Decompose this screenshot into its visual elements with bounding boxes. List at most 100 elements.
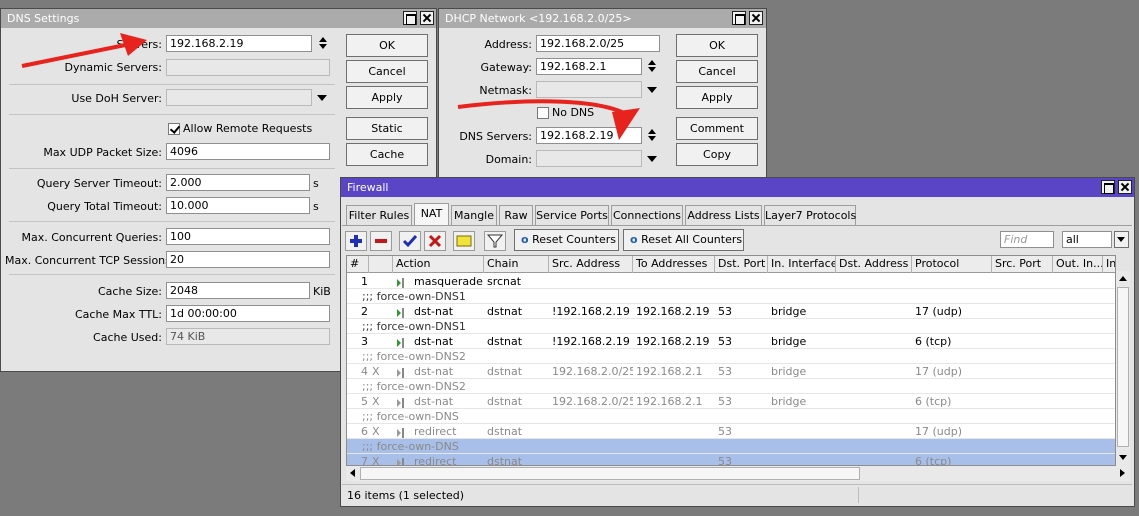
tab-raw[interactable]: Raw bbox=[499, 205, 533, 225]
col-protocol[interactable]: Protocol bbox=[912, 256, 992, 273]
dhcp-cancel-button[interactable]: Cancel bbox=[676, 60, 758, 83]
domain-select[interactable] bbox=[536, 150, 642, 167]
scroll-thumb[interactable] bbox=[360, 467, 860, 480]
reset-all-counters-button[interactable]: o Reset All Counters bbox=[623, 229, 744, 251]
gateway-field[interactable]: 192.168.2.1 bbox=[536, 58, 642, 75]
scroll-thumb[interactable] bbox=[1117, 287, 1129, 447]
chevron-down-icon[interactable] bbox=[647, 87, 657, 93]
col-src-port[interactable]: Src. Port bbox=[992, 256, 1053, 273]
tab-service-ports[interactable]: Service Ports bbox=[535, 205, 609, 225]
find-input[interactable]: Find bbox=[1000, 231, 1054, 248]
doh-server-select[interactable] bbox=[166, 89, 312, 106]
spin-down-icon[interactable] bbox=[648, 67, 656, 72]
dns-cache-button[interactable]: Cache bbox=[346, 143, 428, 166]
comment-row[interactable]: ;;; force-own-DNS bbox=[347, 439, 1115, 454]
table-row[interactable]: 6 Xredirect dstnat 53 17 (udp) bbox=[347, 424, 1115, 439]
tab-address-lists[interactable]: Address Lists bbox=[685, 205, 762, 225]
scroll-right-icon[interactable] bbox=[1120, 469, 1125, 477]
scroll-up-icon[interactable] bbox=[1119, 276, 1127, 281]
close-icon[interactable] bbox=[420, 11, 434, 25]
dns-static-button[interactable]: Static bbox=[346, 117, 428, 140]
scroll-left-icon[interactable] bbox=[350, 469, 355, 477]
col-dst-address[interactable]: Dst. Address bbox=[836, 256, 912, 273]
table-row[interactable]: 2 dst-nat dstnat !192.168.2.19 192.168.2.19 5… bbox=[347, 304, 1115, 319]
dhcp-dns-servers-field[interactable]: 192.168.2.19 bbox=[536, 127, 642, 144]
table-row[interactable]: 4 Xdst-nat dstnat 192.168.2.0/25 192.168.2.1… bbox=[347, 364, 1115, 379]
vertical-scrollbar[interactable] bbox=[1116, 271, 1130, 466]
horizontal-scrollbar[interactable] bbox=[346, 466, 1130, 481]
tab-mangle[interactable]: Mangle bbox=[451, 205, 497, 225]
no-dns-checkbox[interactable] bbox=[537, 107, 549, 119]
comment-row[interactable]: ;;; force-own-DNS2 bbox=[347, 379, 1115, 394]
col-flag[interactable] bbox=[369, 256, 393, 273]
close-icon[interactable] bbox=[1118, 180, 1132, 194]
table-row[interactable]: 5 Xdst-nat dstnat 192.168.2.0/25 192.168.2.1… bbox=[347, 394, 1115, 409]
table-row[interactable]: 3 dst-nat dstnat !192.168.2.19 192.168.2.19 5… bbox=[347, 334, 1115, 349]
col-out-interface[interactable]: Out. In... bbox=[1053, 256, 1103, 273]
chevron-down-icon[interactable] bbox=[647, 156, 657, 162]
dns-servers-field[interactable]: 192.168.2.19 bbox=[166, 35, 312, 52]
max-concurrent-tcp-field[interactable]: 20 bbox=[166, 251, 330, 268]
disable-x-icon[interactable] bbox=[424, 231, 446, 251]
table-row[interactable]: 7 Xredirect dstnat 53 6 (tcp) bbox=[347, 454, 1115, 465]
query-total-timeout-field[interactable]: 10.000 bbox=[166, 197, 310, 214]
spin-up-icon[interactable] bbox=[319, 37, 327, 42]
enable-check-icon[interactable] bbox=[399, 231, 421, 251]
tab-connections[interactable]: Connections bbox=[611, 205, 683, 225]
filter-dropdown-button[interactable] bbox=[1114, 231, 1129, 248]
allow-remote-checkbox[interactable] bbox=[168, 123, 180, 135]
comment-row[interactable]: ;;; force-own-DNS bbox=[347, 409, 1115, 424]
dns-title-bar[interactable]: DNS Settings bbox=[1, 9, 436, 28]
comment-note-icon[interactable] bbox=[453, 231, 475, 251]
dhcp-title-bar[interactable]: DHCP Network <192.168.2.0/25> bbox=[439, 9, 766, 28]
comment-row[interactable]: ;;; force-own-DNS1 bbox=[347, 319, 1115, 334]
comment-row[interactable]: ;;; force-own-DNS2 bbox=[347, 349, 1115, 364]
tab-layer7-protocols[interactable]: Layer7 Protocols bbox=[764, 205, 856, 225]
col-num[interactable]: # bbox=[347, 256, 369, 273]
tab-filter-rules[interactable]: Filter Rules bbox=[346, 205, 412, 225]
reset-counters-button[interactable]: o Reset Counters bbox=[514, 229, 619, 251]
table-row[interactable]: 1 masquerade srcnat bbox=[347, 274, 1115, 289]
col-src-address[interactable]: Src. Address bbox=[549, 256, 633, 273]
col-in-interface[interactable]: In. Interface bbox=[768, 256, 836, 273]
netmask-select[interactable] bbox=[536, 81, 642, 98]
close-icon[interactable] bbox=[749, 11, 763, 25]
add-icon[interactable] bbox=[345, 231, 367, 251]
spin-down-icon[interactable] bbox=[648, 136, 656, 141]
dhcp-comment-button[interactable]: Comment bbox=[676, 117, 758, 140]
maximize-icon[interactable] bbox=[1101, 180, 1115, 194]
dhcp-ok-button[interactable]: OK bbox=[676, 34, 758, 57]
scroll-down-icon[interactable] bbox=[1119, 455, 1127, 460]
dns-ok-button[interactable]: OK bbox=[346, 34, 428, 57]
address-field[interactable]: 192.168.2.0/25 bbox=[536, 35, 660, 52]
maximize-icon[interactable] bbox=[732, 11, 746, 25]
firewall-title-bar[interactable]: Firewall bbox=[341, 178, 1134, 197]
dhcp-copy-button[interactable]: Copy bbox=[676, 143, 758, 166]
col-in[interactable]: In bbox=[1103, 256, 1115, 273]
spin-down-icon[interactable] bbox=[319, 44, 327, 49]
comment-row[interactable]: ;;; force-own-DNS1 bbox=[347, 289, 1115, 304]
cache-max-ttl-field[interactable]: 1d 00:00:00 bbox=[166, 305, 330, 322]
cache-size-field[interactable]: 2048 bbox=[166, 282, 310, 299]
col-chain[interactable]: Chain bbox=[484, 256, 549, 273]
cache-size-unit: KiB bbox=[313, 285, 331, 298]
max-concurrent-queries-field[interactable]: 100 bbox=[166, 228, 330, 245]
chevron-down-icon[interactable] bbox=[317, 95, 327, 101]
spin-up-icon[interactable] bbox=[648, 129, 656, 134]
tab-underline bbox=[342, 225, 1132, 226]
col-dst-port[interactable]: Dst. Port bbox=[715, 256, 768, 273]
remove-icon[interactable] bbox=[370, 231, 392, 251]
col-to-addresses[interactable]: To Addresses bbox=[633, 256, 715, 273]
dns-cancel-button[interactable]: Cancel bbox=[346, 60, 428, 83]
filter-funnel-icon[interactable] bbox=[484, 231, 506, 251]
dns-apply-button[interactable]: Apply bbox=[346, 86, 428, 109]
filter-select[interactable]: all bbox=[1062, 231, 1112, 248]
max-udp-field[interactable]: 4096 bbox=[166, 143, 330, 160]
cell-iface bbox=[768, 454, 836, 465]
col-action[interactable]: Action bbox=[393, 256, 484, 273]
query-server-timeout-field[interactable]: 2.000 bbox=[166, 174, 310, 191]
maximize-icon[interactable] bbox=[403, 11, 417, 25]
dhcp-apply-button[interactable]: Apply bbox=[676, 86, 758, 109]
tab-nat[interactable]: NAT bbox=[414, 203, 449, 225]
spin-up-icon[interactable] bbox=[648, 60, 656, 65]
